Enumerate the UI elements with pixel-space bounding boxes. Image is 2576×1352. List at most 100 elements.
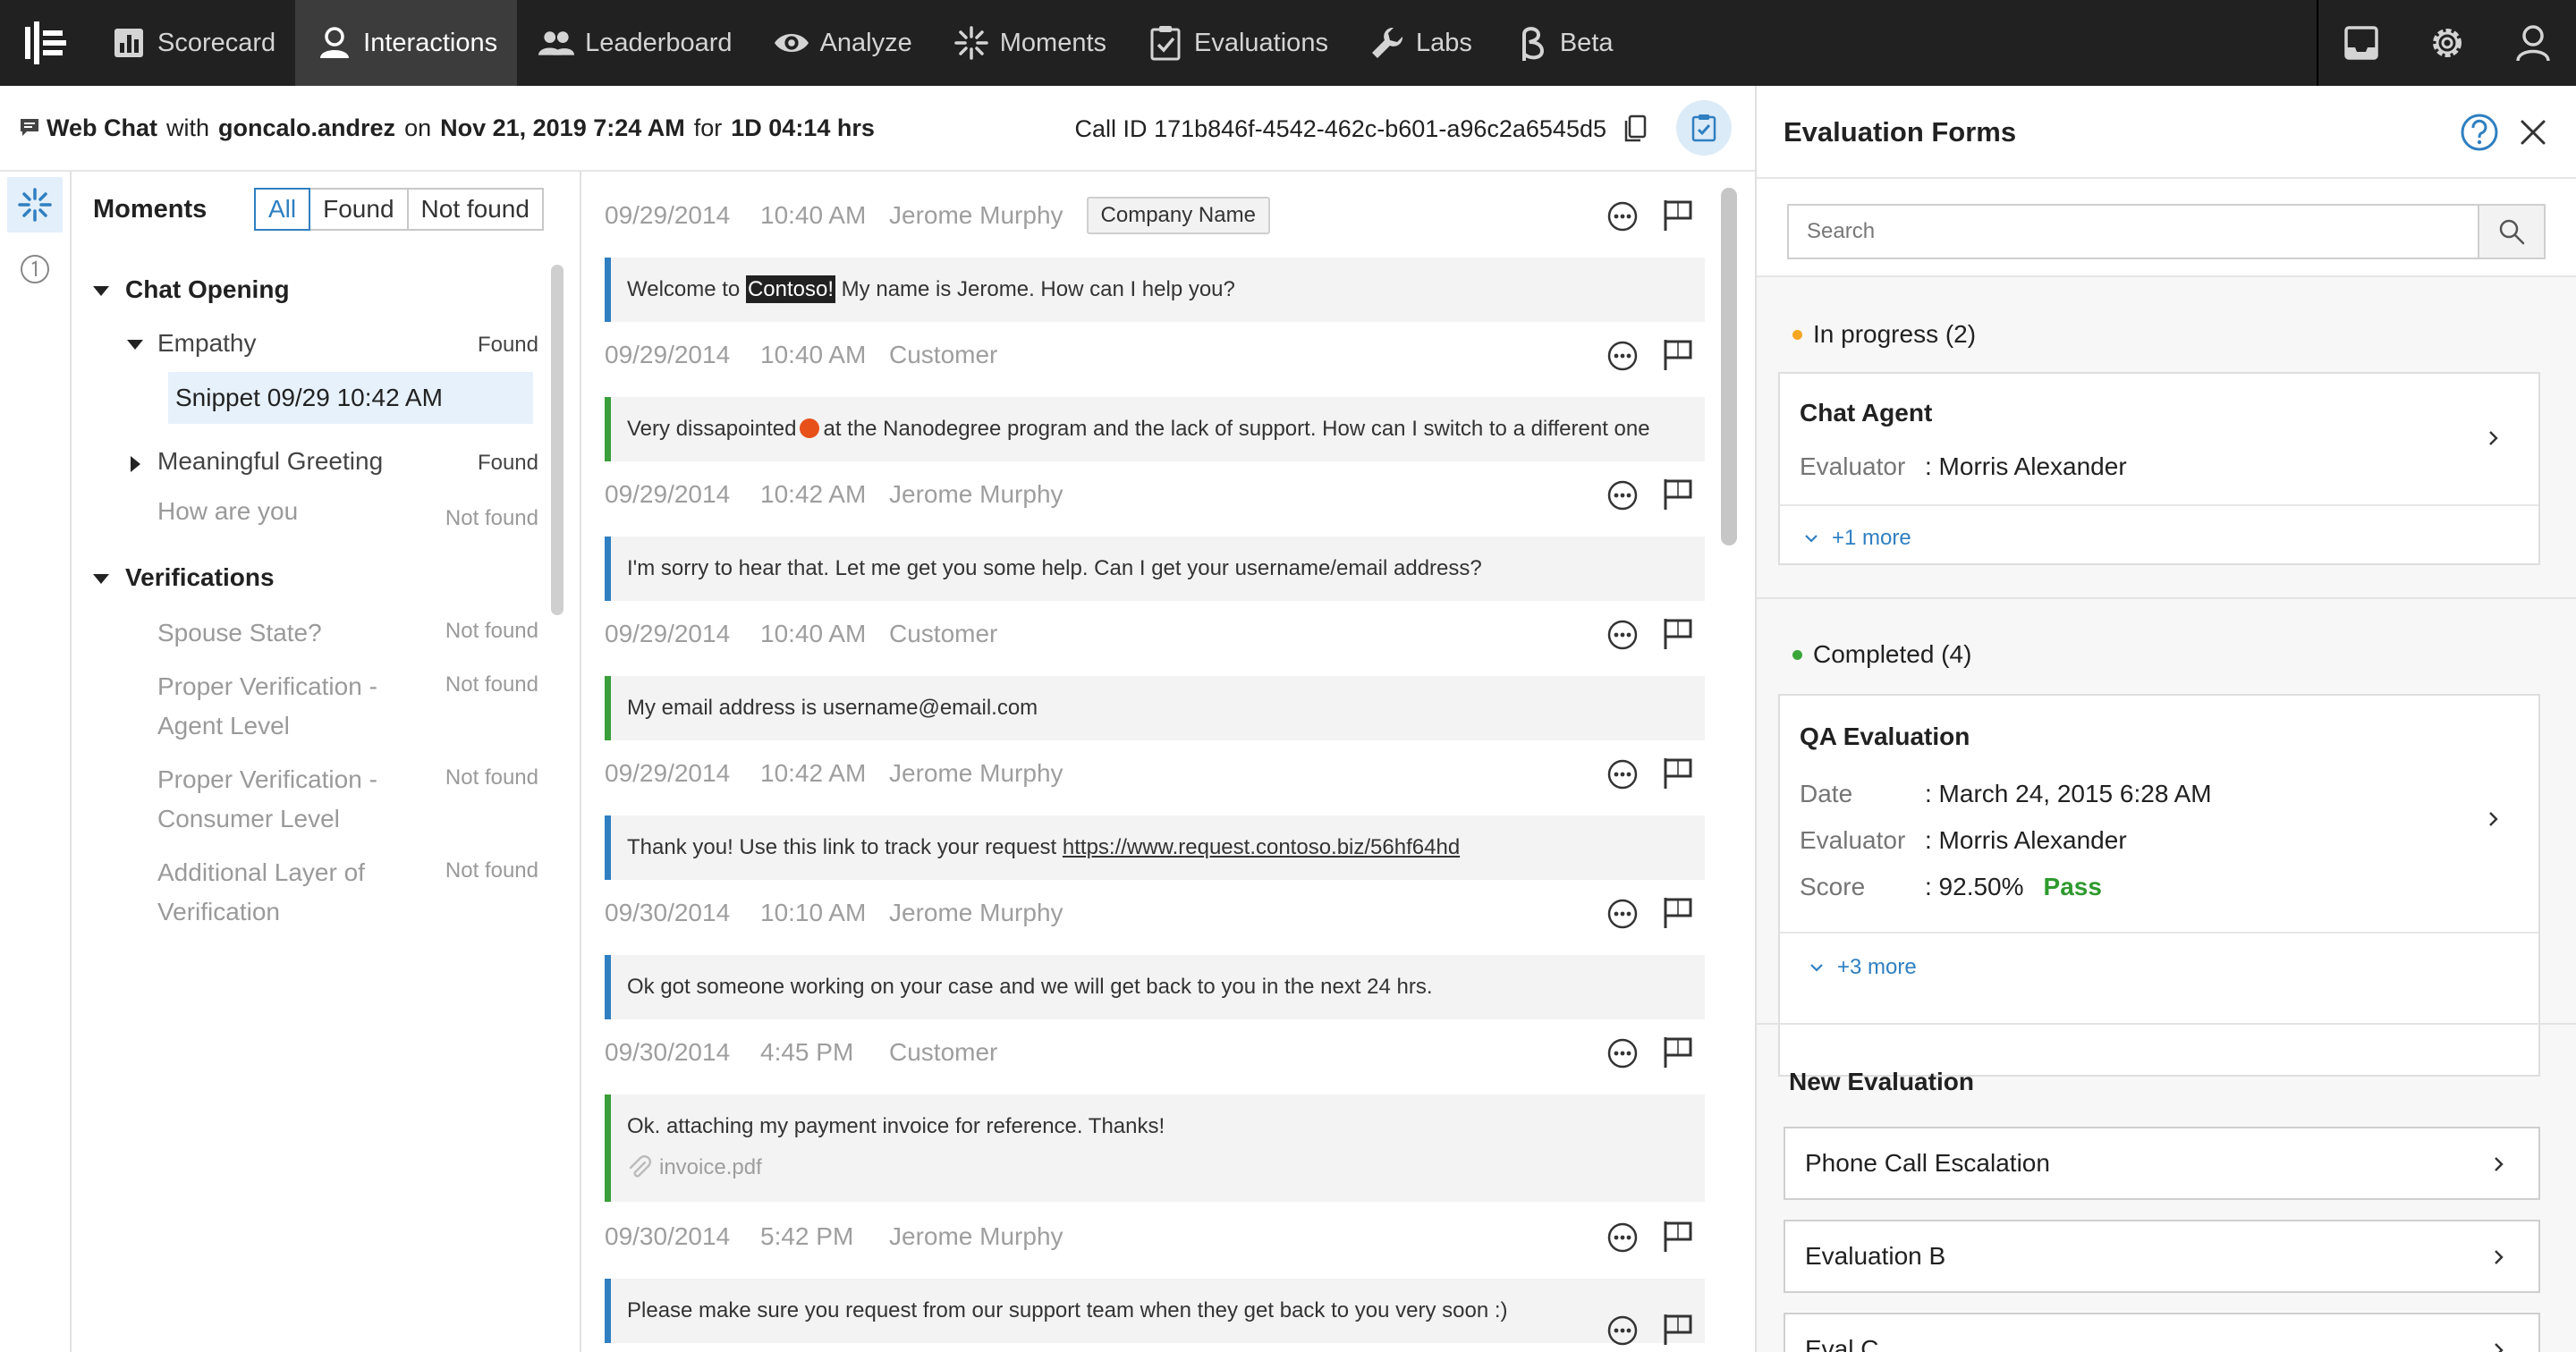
more-options-button[interactable] — [1605, 756, 1640, 792]
message-sender: Jerome Murphy — [889, 201, 1063, 229]
tracking-link[interactable]: https://www.request.contoso.biz/56hf64hd — [1063, 835, 1460, 859]
nav-evaluations[interactable]: Evaluations — [1126, 0, 1348, 86]
message-text: I'm sorry to hear that. Let me get you s… — [627, 556, 1482, 580]
clipboard-check-icon — [1691, 114, 1716, 142]
rail-moments-button[interactable] — [7, 177, 63, 232]
completed-section-label: Completed (4) — [1792, 640, 1971, 669]
chat-message: 09/30/2014 10:10 AM Jerome Murphy Ok got… — [605, 891, 1705, 1030]
section-label-text: Completed (4) — [1813, 640, 1972, 668]
chat-message: 09/30/2014 5:42 PM Jerome Murphy Please … — [605, 1214, 1705, 1352]
help-icon — [2461, 114, 2498, 151]
collapse-verifications-icon[interactable] — [93, 574, 109, 584]
message-date: 09/30/2014 — [605, 899, 731, 926]
expand-greeting-icon[interactable] — [131, 456, 140, 472]
search-input[interactable] — [1787, 204, 2479, 259]
moment-spouse-state[interactable]: Spouse State? — [157, 613, 322, 653]
evaluation-card-chat-agent[interactable]: Chat Agent Evaluator : Morris Alexander … — [1778, 372, 2540, 565]
new-evaluation-item[interactable]: Eval C — [1784, 1313, 2540, 1352]
group-verifications[interactable]: Verifications — [125, 563, 275, 592]
more-options-button[interactable] — [1605, 1035, 1640, 1071]
evaluator-label: Evaluator — [1800, 452, 1906, 480]
more-options-button[interactable] — [1605, 617, 1640, 653]
flag-button[interactable] — [1660, 336, 1696, 372]
moment-consumer-level[interactable]: Proper Verification - Consumer Level — [157, 760, 417, 839]
nav-scorecard[interactable]: Scorecard — [89, 0, 295, 86]
more-options-button[interactable] — [1605, 199, 1640, 234]
collapse-empathy-icon[interactable] — [127, 340, 143, 350]
copy-icon — [1624, 114, 1647, 142]
inbox-button[interactable] — [2318, 0, 2404, 86]
message-text: Very dissapointed — [627, 417, 797, 441]
moment-agent-level[interactable]: Proper Verification - Agent Level — [157, 667, 417, 746]
sparkle-icon — [18, 188, 52, 222]
flag-button[interactable] — [1660, 197, 1696, 232]
on-label: on — [404, 114, 432, 141]
more-options-button[interactable] — [1605, 338, 1640, 374]
more-icon — [1607, 1222, 1638, 1253]
nav-beta[interactable]: Beta — [1492, 0, 1633, 86]
info-icon — [21, 255, 49, 283]
search-button[interactable] — [2478, 204, 2546, 259]
evaluation-card-qa-evaluation[interactable]: QA Evaluation Date : March 24, 2015 6:28… — [1778, 694, 2540, 1077]
moment-empathy[interactable]: Empathy — [157, 329, 257, 358]
score-value: : 92.50% — [1925, 873, 2024, 900]
evaluator-value: : Morris Alexander — [1925, 452, 2127, 480]
moment-how-are-you[interactable]: How are you — [157, 492, 298, 531]
attachment[interactable]: invoice.pdf — [627, 1153, 1689, 1182]
chevron-right-icon — [2495, 1343, 2504, 1352]
nav-leaderboard[interactable]: Leaderboard — [517, 0, 751, 86]
flag-button[interactable] — [1660, 615, 1696, 651]
flag-button[interactable] — [1660, 1034, 1696, 1069]
filter-not-found[interactable]: Not found — [406, 188, 544, 231]
angry-emoji-icon — [800, 418, 820, 438]
moments-scrollbar[interactable] — [551, 265, 564, 615]
card-title: Chat Agent — [1800, 399, 1933, 427]
in-progress-status-dot — [1792, 329, 1802, 340]
filter-found[interactable]: Found — [309, 188, 409, 231]
moment-meaningful-greeting[interactable]: Meaningful Greeting — [157, 447, 383, 476]
new-evaluation-item[interactable]: Evaluation B — [1784, 1220, 2540, 1293]
settings-button[interactable] — [2404, 0, 2490, 86]
more-options-button[interactable] — [1605, 896, 1640, 932]
search-icon — [2499, 219, 2525, 245]
collapse-chat-opening-icon[interactable] — [93, 286, 109, 296]
flag-icon — [1664, 619, 1692, 649]
show-more-link[interactable]: +1 more — [1803, 526, 1911, 551]
nav-label: Labs — [1415, 28, 1472, 57]
nav-labs[interactable]: Labs — [1348, 0, 1492, 86]
group-chat-opening[interactable]: Chat Opening — [125, 275, 290, 304]
evaluation-forms-toggle[interactable] — [1676, 100, 1732, 156]
message-date: 09/29/2014 — [605, 480, 731, 508]
chat-scrollbar[interactable] — [1721, 188, 1737, 545]
flag-button[interactable] — [1660, 894, 1696, 930]
flag-button[interactable] — [1660, 1218, 1696, 1254]
evaluator-value: : Morris Alexander — [1925, 826, 2127, 854]
app-logo[interactable] — [0, 0, 89, 86]
moment-status: Found — [477, 451, 538, 475]
profile-button[interactable] — [2490, 0, 2576, 86]
more-options-button[interactable] — [1605, 1313, 1640, 1348]
more-options-button[interactable] — [1605, 1220, 1640, 1255]
highlighted-keyword[interactable]: Contoso! — [745, 275, 836, 303]
flag-button[interactable] — [1660, 476, 1696, 511]
message-time: 10:42 AM — [760, 480, 867, 508]
filter-all[interactable]: All — [254, 188, 311, 231]
copy-call-id-button[interactable] — [1617, 111, 1653, 147]
rail-info-button[interactable] — [18, 252, 52, 286]
close-panel-button[interactable] — [2515, 114, 2551, 150]
snippet-link[interactable]: Snippet 09/29 10:42 AM — [168, 372, 533, 424]
flag-button[interactable] — [1660, 755, 1696, 790]
flag-button[interactable] — [1660, 1311, 1696, 1347]
show-more-link[interactable]: +3 more — [1809, 955, 1917, 980]
nav-moments[interactable]: Moments — [932, 0, 1126, 86]
more-options-button[interactable] — [1605, 477, 1640, 513]
new-evaluation-item[interactable]: Phone Call Escalation — [1784, 1127, 2540, 1200]
moment-tag[interactable]: Company Name — [1086, 197, 1270, 234]
call-id: Call ID 171b846f-4542-462c-b601-a96c2a65… — [1075, 86, 1606, 172]
nav-interactions[interactable]: Interactions — [295, 0, 518, 86]
message-time: 10:40 AM — [760, 620, 867, 647]
moment-additional-layer[interactable]: Additional Layer of Verification — [157, 853, 417, 932]
nav-analyze[interactable]: Analyze — [752, 0, 932, 86]
help-button[interactable] — [2460, 113, 2499, 152]
message-sender: Jerome Murphy — [889, 759, 1063, 787]
